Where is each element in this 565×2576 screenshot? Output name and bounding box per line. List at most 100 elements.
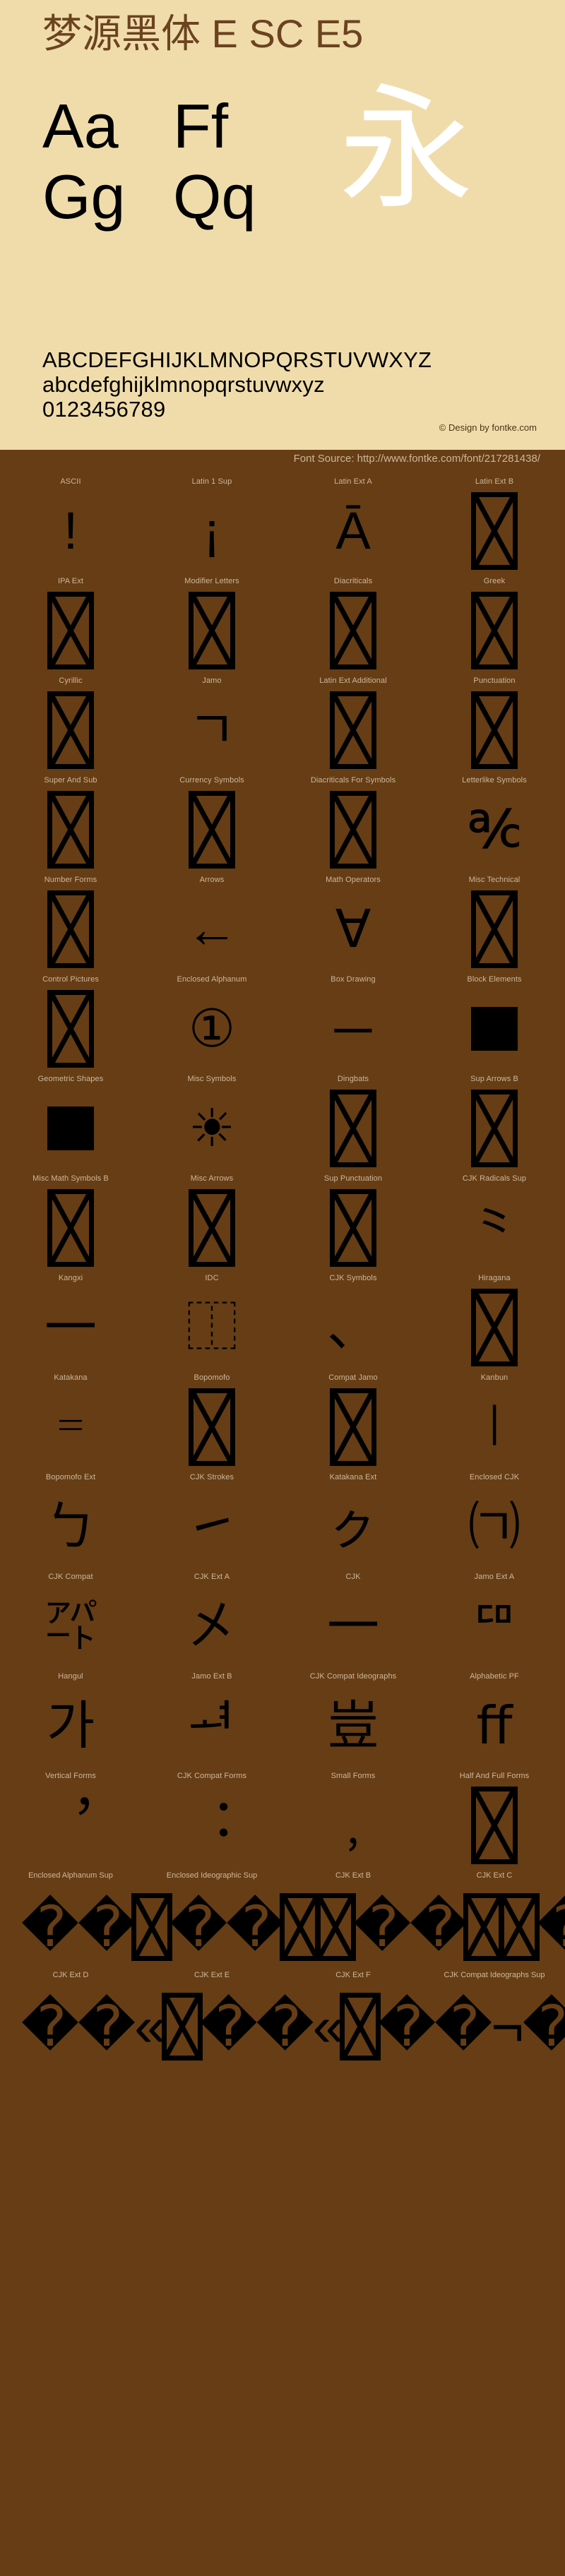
unicode-block-label: Alphabetic PF	[470, 1672, 519, 1681]
sample-glyph: ꥠ	[470, 1597, 519, 1655]
unicode-block-cell[interactable]: Block Elements	[424, 975, 565, 1075]
sample-glyph: �	[256, 1994, 314, 2058]
unicode-block-cell[interactable]: Geometric Shapes	[0, 1075, 141, 1174]
unicode-block-cell[interactable]: Latin Ext Additional	[282, 676, 424, 776]
unicode-block-label: Number Forms	[44, 876, 97, 884]
unicode-block-cell[interactable]: Kanbun ㆐	[424, 1373, 565, 1473]
unicode-block-cell[interactable]: CJK Ext A 㐅	[141, 1573, 282, 1672]
unicode-block-cell[interactable]: Misc Symbols ☀	[141, 1075, 282, 1174]
unicode-block-cell[interactable]: CJK Compat Ideographs 豈	[282, 1672, 424, 1772]
unicode-block-cell[interactable]: Currency Symbols	[141, 776, 282, 876]
unicode-block-label: Letterlike Symbols	[462, 776, 527, 785]
unicode-block-cell[interactable]: Small Forms ﹐	[282, 1772, 424, 1871]
sample-glyph: �	[522, 1994, 565, 2058]
notdef-box-icon	[282, 587, 424, 674]
unicode-block-label: Kanbun	[480, 1373, 509, 1382]
glyph-grid-row: IPA Ext Modifier Letters Diacriticals Greek	[0, 577, 565, 676]
sample-glyph: �	[21, 1994, 79, 2058]
unicode-block-cell[interactable]: Katakana Ext ㇰ	[282, 1473, 424, 1573]
unicode-block-cell[interactable]: ASCII!	[0, 477, 141, 577]
unicode-block-cell[interactable]: Modifier Letters	[141, 577, 282, 676]
unicode-block-cell[interactable]: Box Drawing ─	[282, 975, 424, 1075]
unicode-block-cell[interactable]: Jamo Ext A ꥠ	[424, 1573, 565, 1672]
glyph-grid-wide-row: Enclosed Alphanum Sup Enclosed Ideographi…	[0, 1871, 565, 1971]
unicode-block-cell[interactable]: Control Pictures	[0, 975, 141, 1075]
sample-aa: Aa	[42, 91, 119, 161]
unicode-block-cell[interactable]: Sup Arrows B	[424, 1075, 565, 1174]
glyph-grid-row: Number Forms Arrows ← Math Operators ∀ Misc T…	[0, 876, 565, 975]
unicode-block-label: Misc Symbols	[187, 1075, 237, 1083]
unicode-block-label: Super And Sub	[44, 776, 97, 785]
unicode-block-cell[interactable]: Cyrillic	[0, 676, 141, 776]
unicode-block-cell[interactable]: Jamo Ext B ힰ	[141, 1672, 282, 1772]
notdef-box-icon	[131, 1892, 173, 1961]
overflow-glyph-strip: 🄀 🄰 🈀 𠀀 𪜀 a	[21, 1883, 565, 1971]
unicode-block-cell[interactable]: Hangul 가	[0, 1672, 141, 1772]
unicode-block-cell[interactable]: Arrows ←	[141, 876, 282, 975]
unicode-block-cell[interactable]: Kangxi ⼀	[0, 1274, 141, 1373]
unicode-block-cell[interactable]: Diacriticals For Symbols	[282, 776, 424, 876]
unicode-block-label: CJK Ext F	[335, 1971, 371, 1979]
unicode-block-cell[interactable]: IDC ⿰	[141, 1274, 282, 1373]
sample-glyph: ─	[334, 999, 372, 1058]
unicode-block-cell[interactable]: CJK 一	[282, 1573, 424, 1672]
unicode-block-cell[interactable]: CJK Radicals Sup ⺀	[424, 1174, 565, 1274]
unicode-block-cell[interactable]: IPA Ext	[0, 577, 141, 676]
unicode-block-label: Latin Ext A	[334, 477, 372, 486]
notdef-box-icon	[424, 886, 565, 973]
block-element-icon	[0, 1085, 141, 1172]
unicode-block-cell[interactable]: CJK Compat Forms ︓	[141, 1772, 282, 1871]
unicode-block-label: Jamo Ext A	[474, 1573, 515, 1581]
unicode-block-label: Dingbats	[337, 1075, 369, 1083]
unicode-block-label: Sup Arrows B	[470, 1075, 518, 1083]
unicode-block-cell[interactable]: Sup Punctuation	[282, 1174, 424, 1274]
unicode-block-label: Bopomofo	[194, 1373, 230, 1382]
unicode-block-cell[interactable]: Jamo ㄱ	[141, 676, 282, 776]
unicode-block-cell[interactable]: Hiragana	[424, 1274, 565, 1373]
unicode-block-cell[interactable]: Math Operators ∀	[282, 876, 424, 975]
unicode-block-cell[interactable]: Letterlike Symbols ℀	[424, 776, 565, 876]
unicode-block-cell[interactable]: Katakana ゠	[0, 1373, 141, 1473]
unicode-block-cell[interactable]: Greek	[424, 577, 565, 676]
font-source-link[interactable]: Font Source: http://www.fontke.com/font/…	[294, 453, 540, 465]
unicode-block-label: CJK Compat Ideographs	[309, 1672, 397, 1681]
glyph-grid-row: Bopomofo Ext ㄅ CJK Strokes ㇀ Katakana Ext ㇰ En…	[0, 1473, 565, 1573]
unicode-block-cell[interactable]: CJK Symbols 、	[282, 1274, 424, 1373]
notdef-box-icon	[315, 1892, 357, 1961]
sample-glyph: 、	[327, 1298, 379, 1356]
unicode-block-cell[interactable]: Latin Ext A Ā	[282, 477, 424, 577]
sample-glyph: ☀	[188, 1099, 236, 1157]
unicode-block-cell[interactable]: Compat Jamo	[282, 1373, 424, 1473]
unicode-block-label: Geometric Shapes	[37, 1075, 104, 1083]
unicode-block-cell[interactable]: Bopomofo Ext ㄅ	[0, 1473, 141, 1573]
unicode-block-cell[interactable]: Enclosed Alphanum ①	[141, 975, 282, 1075]
unicode-block-cell[interactable]: Half And Full Forms	[424, 1772, 565, 1871]
unicode-block-label: CJK	[345, 1573, 361, 1581]
overflow-glyph-strip: 🄐« 🄐«🄐¬ 🄰 ‾	[21, 1982, 565, 2070]
unicode-block-cell[interactable]: Latin Ext B	[424, 477, 565, 577]
unicode-block-cell[interactable]: Dingbats	[282, 1075, 424, 1174]
sample-glyph: ㈀	[468, 1497, 521, 1556]
notdef-box-icon	[282, 786, 424, 873]
unicode-block-cell[interactable]: Misc Technical	[424, 876, 565, 975]
unicode-block-cell[interactable]: Vertical Forms ︐	[0, 1772, 141, 1871]
page-title: 梦源黑体 E SC E5	[42, 11, 364, 56]
unicode-block-cell[interactable]: Bopomofo	[141, 1373, 282, 1473]
unicode-block-cell[interactable]: Enclosed CJK ㈀	[424, 1473, 565, 1573]
unicode-block-cell[interactable]: Latin 1 Sup ¡	[141, 477, 282, 577]
unicode-block-cell[interactable]: CJK Strokes ㇀	[141, 1473, 282, 1573]
unicode-block-cell[interactable]: Alphabetic PF ﬀ	[424, 1672, 565, 1772]
unicode-block-cell[interactable]: Number Forms	[0, 876, 141, 975]
notdef-box-icon	[0, 686, 141, 774]
sample-gg: Gg	[42, 162, 126, 232]
unicode-block-cell[interactable]: Super And Sub	[0, 776, 141, 876]
unicode-block-cell[interactable]: Misc Arrows	[141, 1174, 282, 1274]
notdef-box-icon	[424, 487, 565, 575]
unicode-block-cell[interactable]: Diacriticals	[282, 577, 424, 676]
source-bar: Font Source: http://www.fontke.com/font/…	[0, 450, 565, 474]
unicode-block-cell[interactable]: CJK Compat ㌀	[0, 1573, 141, 1672]
unicode-block-cell[interactable]: Misc Math Symbols B	[0, 1174, 141, 1274]
unicode-block-cell[interactable]: Punctuation	[424, 676, 565, 776]
notdef-box-icon	[0, 985, 141, 1073]
unicode-block-label: Latin Ext B	[475, 477, 514, 486]
